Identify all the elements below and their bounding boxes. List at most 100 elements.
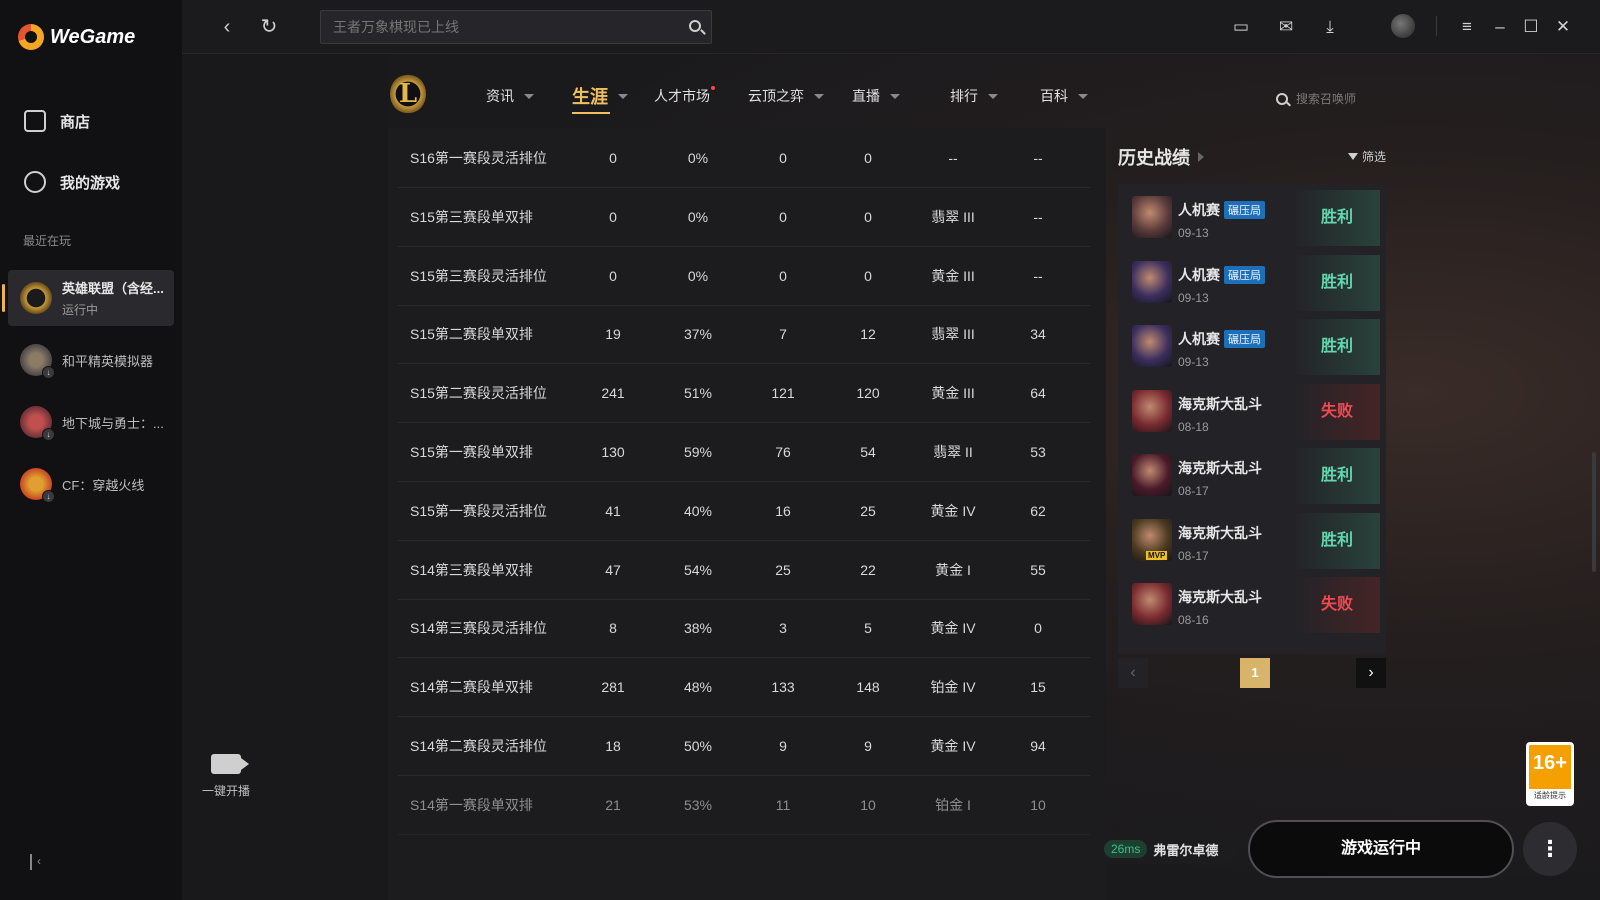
stat-cell: 黄金 IV <box>930 620 976 637</box>
stat-cell: 41 <box>605 502 621 519</box>
stat-cell: 25 <box>775 561 791 578</box>
pagination: ‹ 1 › <box>1118 658 1386 688</box>
stat-cell: 0 <box>1034 620 1042 637</box>
recent-game-dnf[interactable]: ↓ 地下城与勇士：... <box>8 394 174 450</box>
summoner-search[interactable]: 搜索召唤师 <box>1276 90 1356 107</box>
wegame-window: WeGame 商店 我的游戏 最近在玩 英雄联盟（含经... 运行中 ↓ 和平精… <box>0 0 1600 900</box>
match-tag-badge: 碾压局 <box>1224 201 1265 219</box>
summoner-search-placeholder: 搜索召唤师 <box>1296 92 1357 106</box>
stat-cell: 55 <box>1030 561 1046 578</box>
sidebar-item-my-games[interactable]: 我的游戏 <box>24 171 120 193</box>
match-tag-badge: 碾压局 <box>1224 330 1265 348</box>
search-icon[interactable] <box>689 20 701 32</box>
stat-cell: 11 <box>775 796 791 813</box>
sidebar-item-store[interactable]: 商店 <box>24 110 90 132</box>
tab-career[interactable]: 生涯 <box>572 83 628 114</box>
chevron-right-icon <box>1198 152 1204 162</box>
match-history-title[interactable]: 历史战绩 <box>1118 144 1204 170</box>
scrollbar[interactable] <box>1592 452 1596 572</box>
mvp-badge: MVP <box>1146 550 1168 560</box>
collapse-sidebar-icon[interactable]: ‹ <box>30 854 46 870</box>
more-options-icon[interactable]: ⋮ <box>1523 822 1577 876</box>
minimize-icon[interactable]: – <box>1489 16 1511 38</box>
next-page-button[interactable]: › <box>1356 658 1386 688</box>
stat-cell: -- <box>948 150 958 166</box>
match-mode: 海克斯大乱斗 <box>1178 394 1262 414</box>
back-icon[interactable]: ‹ <box>216 16 238 38</box>
table-row: S14第一赛段单双排 21 53% 11 10 铂金 I 10 <box>398 775 1090 835</box>
download-icon: ↓ <box>42 428 55 441</box>
match-item[interactable]: 海克斯大乱斗 08-18 失败 <box>1118 378 1386 444</box>
match-item[interactable]: 人机赛 碾压局 09-13 胜利 <box>1118 313 1386 379</box>
queue-name-cell: S15第一赛段单双排 <box>410 444 533 460</box>
tab-news[interactable]: 资讯 <box>486 86 534 106</box>
wegame-logo[interactable]: WeGame <box>18 24 135 50</box>
table-row: S14第二赛段灵活排位 18 50% 9 9 黄金 IV 94 <box>398 716 1090 776</box>
match-mode: 海克斯大乱斗 <box>1178 458 1262 478</box>
recent-game-pubg[interactable]: ↓ 和平精英模拟器 <box>8 332 174 388</box>
recent-game-lol[interactable]: 英雄联盟（含经... 运行中 <box>2 270 174 326</box>
chevron-down-icon <box>988 93 998 99</box>
lol-logo-icon[interactable]: L <box>390 74 426 114</box>
champion-portrait <box>1132 583 1172 625</box>
match-item[interactable]: 人机赛 碾压局 09-13 胜利 <box>1118 184 1386 250</box>
stat-cell: 19 <box>605 326 621 343</box>
page-number[interactable]: 1 <box>1240 658 1270 688</box>
server-status[interactable]: 26ms 弗雷尔卓德 <box>1098 834 1238 864</box>
close-icon[interactable]: ✕ <box>1552 16 1574 38</box>
stat-cell: 281 <box>601 679 625 696</box>
tab-label: 云顶之弈 <box>748 88 804 104</box>
stat-cell: 241 <box>601 385 625 402</box>
stat-cell: 37% <box>683 326 713 343</box>
queue-name-cell: S16第一赛段灵活排位 <box>410 150 547 166</box>
tab-ranking[interactable]: 排行 <box>950 86 998 106</box>
match-date: 08-18 <box>1178 419 1209 434</box>
refresh-icon[interactable]: ↻ <box>258 16 280 38</box>
filter-button[interactable]: 筛选 <box>1348 148 1386 165</box>
match-item[interactable]: 海克斯大乱斗 08-16 失败 <box>1118 571 1386 637</box>
table-row: S15第二赛段单双排 19 37% 7 12 翡翠 III 34 <box>398 304 1090 365</box>
server-name: 弗雷尔卓德 <box>1153 842 1219 858</box>
chevron-down-icon <box>1078 93 1088 99</box>
recent-game-cf[interactable]: ↓ CF：穿越火线 <box>8 456 174 512</box>
match-tag-badge: 碾压局 <box>1224 265 1265 284</box>
global-search-input[interactable] <box>333 11 673 43</box>
match-item[interactable]: MVP 海克斯大乱斗 08-17 胜利 <box>1118 507 1386 573</box>
user-avatar[interactable] <box>1391 14 1415 38</box>
stat-cell: 0 <box>864 267 872 284</box>
tab-talent-market[interactable]: 人才市场 <box>654 86 715 106</box>
one-click-stream-button[interactable]: 一键开播 <box>194 754 258 799</box>
match-mode: 海克斯大乱斗 <box>1178 523 1262 543</box>
champion-portrait <box>1132 325 1172 367</box>
maximize-icon[interactable]: ☐ <box>1520 16 1542 38</box>
tab-live[interactable]: 直播 <box>852 86 900 106</box>
match-item[interactable]: 人机赛 碾压局 09-13 胜利 <box>1118 249 1386 315</box>
mail-icon[interactable]: ✉ <box>1275 16 1297 38</box>
stat-cell: 25 <box>860 502 876 519</box>
match-result-win: 胜利 <box>1294 512 1380 569</box>
table-row: S15第三赛段单双排 0 0% 0 0 翡翠 III -- <box>398 187 1090 247</box>
ping-badge: 26ms <box>1104 840 1148 858</box>
tab-label: 生涯 <box>572 87 608 107</box>
queue-name-cell: S14第二赛段灵活排位 <box>410 738 547 754</box>
stat-cell: 130 <box>601 444 625 460</box>
game-running-button[interactable]: 游戏运行中 <box>1248 820 1514 878</box>
stat-cell: 9 <box>779 738 787 754</box>
stat-cell: 0% <box>687 208 709 225</box>
chat-icon[interactable]: ▭ <box>1230 16 1252 38</box>
download-manager-icon[interactable]: ⤓ <box>1319 16 1341 38</box>
tab-tft[interactable]: 云顶之弈 <box>748 86 824 106</box>
recent-games-title: 最近在玩 <box>23 234 72 248</box>
queue-name-cell: S14第二赛段单双排 <box>410 679 533 696</box>
stat-cell: 38% <box>683 620 713 637</box>
stat-cell: 18 <box>605 738 621 754</box>
queue-name-cell: S15第一赛段灵活排位 <box>410 502 547 519</box>
game-status: 运行中 <box>62 303 99 317</box>
menu-icon[interactable]: ≡ <box>1456 16 1478 38</box>
table-row: S14第三赛段灵活排位 8 38% 3 5 黄金 IV 0 <box>398 598 1090 659</box>
match-item[interactable]: 海克斯大乱斗 08-17 胜利 <box>1118 442 1386 508</box>
prev-page-button[interactable]: ‹ <box>1118 658 1148 688</box>
queue-name-cell: S14第一赛段单双排 <box>410 796 533 813</box>
tab-wiki[interactable]: 百科 <box>1040 86 1088 106</box>
filter-icon <box>1348 153 1358 160</box>
